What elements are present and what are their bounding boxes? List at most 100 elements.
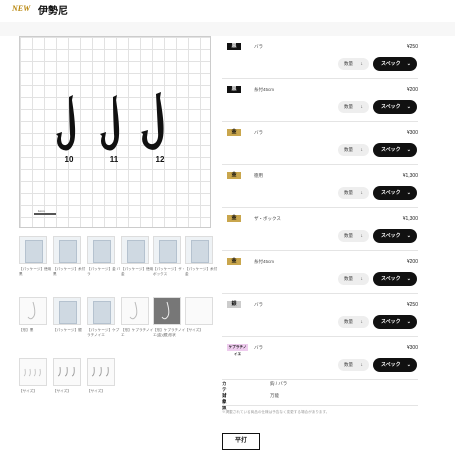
product-price: ¥200 (406, 87, 418, 93)
product-row: 金 ザ・ボックス ¥1,300 数量 ↓ スペック ⌄ (222, 208, 418, 251)
thumbnail-caption: 【形】黒 (19, 328, 34, 332)
product-label: 徳用 (254, 173, 263, 178)
thumbnail[interactable] (153, 236, 181, 264)
product-label: バラ (254, 302, 263, 307)
hook-size-label: 10 (64, 155, 74, 164)
product-price: ¥1,300 (402, 216, 418, 222)
product-label: ザ・ボックス (254, 216, 281, 221)
quantity-select[interactable]: 数量 ↓ (338, 101, 369, 113)
header-bar: NEW 伊勢尼 (0, 0, 455, 22)
quantity-label: 数量 (344, 319, 353, 324)
spec-button[interactable]: スペック ⌄ (373, 358, 417, 372)
target-fish-link[interactable]: 万能 (270, 393, 279, 399)
arrow-down-icon: ↓ (360, 147, 364, 153)
main-product-image[interactable]: 10 11 12 1mm (19, 36, 211, 228)
thumbnail-caption: 【パッケージ】金 バラ (87, 267, 121, 276)
thumbnail[interactable] (121, 236, 149, 264)
product-row: ケプラチノイエ バラ ¥300 数量 ↓ スペック ⌄ (222, 337, 418, 380)
product-row: 金 徳用 ¥1,300 数量 ↓ スペック ⌄ (222, 165, 418, 208)
scale-bar (34, 213, 56, 215)
color-badge: 金 (227, 129, 241, 136)
thumbnail[interactable] (87, 297, 115, 325)
product-price: ¥250 (406, 302, 418, 308)
quantity-select[interactable]: 数量 ↓ (338, 144, 369, 156)
chevron-down-icon: ⌄ (406, 61, 411, 67)
hook-outline-icon (57, 366, 75, 377)
product-price: ¥1,300 (402, 173, 418, 179)
thumbnail-caption: 【サイズ】 (185, 328, 203, 332)
spec-button[interactable]: スペック ⌄ (373, 100, 417, 114)
quantity-label: 数量 (344, 276, 353, 281)
color-badge: 黒 (227, 86, 241, 93)
thumbnail-caption: 【パッケージ】糸付 金 (185, 267, 218, 276)
thumbnail[interactable] (53, 297, 81, 325)
spec-button[interactable]: スペック ⌄ (373, 57, 417, 71)
spec-label: スペック (381, 319, 401, 325)
thumbnail[interactable] (185, 236, 213, 264)
quantity-label: 数量 (344, 104, 353, 109)
thumbnail[interactable] (19, 297, 47, 325)
quantity-label: 数量 (344, 233, 353, 238)
spec-change-note: ※掲載されている商品の仕様は予告なく変更する場合があります。 (222, 410, 330, 414)
color-badge: 銀 (227, 301, 241, 308)
thumbnail-caption: 【パッケージ】銀 (53, 328, 82, 332)
product-label: バラ (254, 345, 263, 350)
thumbnail[interactable] (87, 358, 115, 386)
spec-label: スペック (381, 190, 401, 196)
product-label: 糸付45cm (254, 259, 275, 264)
product-row: 銀 バラ ¥250 数量 ↓ スペック ⌄ (222, 294, 418, 337)
target-fish-key: 対象魚 (222, 393, 227, 410)
color-badge: 金 (227, 172, 241, 179)
quantity-select[interactable]: 数量 ↓ (338, 316, 369, 328)
spec-button[interactable]: スペック ⌄ (373, 229, 417, 243)
spec-button[interactable]: スペック ⌄ (373, 315, 417, 329)
hook-outline-icon (91, 366, 109, 377)
quantity-select[interactable]: 数量 ↓ (338, 230, 369, 242)
chevron-down-icon: ⌄ (406, 362, 411, 368)
color-badge: 金 (227, 258, 241, 265)
hook-icon (141, 92, 164, 150)
chevron-down-icon: ⌄ (406, 233, 411, 239)
product-label: バラ (254, 130, 263, 135)
chevron-down-icon: ⌄ (406, 190, 411, 196)
feature-tag-heira: 平打 (222, 433, 260, 450)
quantity-select[interactable]: 数量 ↓ (338, 187, 369, 199)
quantity-label: 数量 (344, 61, 353, 66)
arrow-down-icon: ↓ (360, 319, 364, 325)
thumbnail-caption: 【サイズ】 (53, 389, 71, 393)
thumbnail-caption: 【パッケージ】糸付 黒 (53, 267, 86, 276)
quantity-select[interactable]: 数量 ↓ (338, 273, 369, 285)
hook-outline-icon (161, 301, 170, 320)
thumbnail[interactable] (121, 297, 149, 325)
thumbnail-caption: 【パッケージ】徳用 金 (121, 267, 154, 276)
thumbnail[interactable] (185, 297, 213, 325)
thumbnail[interactable] (19, 236, 47, 264)
hook-outline-icon (23, 368, 41, 377)
spec-button[interactable]: スペック ⌄ (373, 272, 417, 286)
product-price: ¥300 (406, 345, 418, 351)
chevron-down-icon: ⌄ (406, 319, 411, 325)
category-link[interactable]: 鈎 / バラ (270, 381, 287, 387)
spec-label: スペック (381, 104, 401, 110)
header-band (0, 22, 455, 36)
thumbnail[interactable] (53, 236, 81, 264)
arrow-down-icon: ↓ (360, 104, 364, 110)
quantity-select[interactable]: 数量 ↓ (338, 359, 369, 371)
chevron-down-icon: ⌄ (406, 276, 411, 282)
thumbnail[interactable] (53, 358, 81, 386)
product-label: バラ (254, 44, 263, 49)
spec-button[interactable]: スペック ⌄ (373, 186, 417, 200)
product-label: 糸付45cm (254, 87, 275, 92)
quantity-select[interactable]: 数量 ↓ (338, 58, 369, 70)
spec-button[interactable]: スペック ⌄ (373, 143, 417, 157)
thumbnail[interactable] (153, 297, 181, 325)
product-price: ¥300 (406, 130, 418, 136)
product-price: ¥200 (406, 259, 418, 265)
hook-icon (56, 95, 76, 151)
spec-label: スペック (381, 233, 401, 239)
thumbnail[interactable] (87, 236, 115, 264)
thumbnail[interactable] (19, 358, 47, 386)
quantity-label: 数量 (344, 147, 353, 152)
thumbnail-caption: 【パッケージ】ケプラチノイエ (87, 328, 120, 337)
product-row: 金 バラ ¥300 数量 ↓ スペック ⌄ (222, 122, 418, 165)
